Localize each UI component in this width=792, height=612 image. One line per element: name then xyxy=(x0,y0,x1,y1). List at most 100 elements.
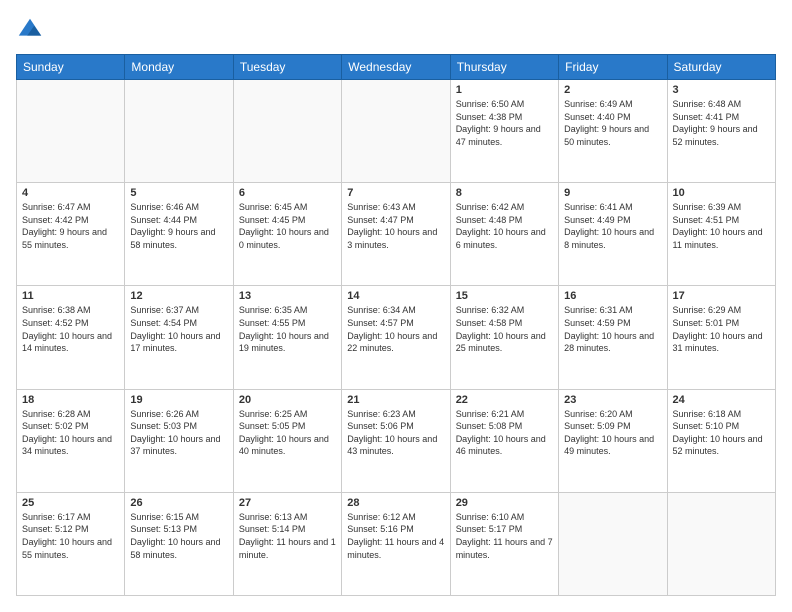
day-number: 2 xyxy=(564,84,661,96)
day-number: 8 xyxy=(456,187,553,199)
day-number: 21 xyxy=(347,394,444,406)
calendar-cell xyxy=(559,492,667,595)
calendar-cell: 29 Sunrise: 6:10 AMSunset: 5:17 PMDayligh… xyxy=(450,492,558,595)
day-number: 25 xyxy=(22,497,119,509)
calendar-cell: 5 Sunrise: 6:46 AMSunset: 4:44 PMDaylight… xyxy=(125,183,233,286)
calendar-cell: 23 Sunrise: 6:20 AMSunset: 5:09 PMDayligh… xyxy=(559,389,667,492)
calendar-cell: 21 Sunrise: 6:23 AMSunset: 5:06 PMDayligh… xyxy=(342,389,450,492)
calendar-cell: 22 Sunrise: 6:21 AMSunset: 5:08 PMDayligh… xyxy=(450,389,558,492)
day-number: 6 xyxy=(239,187,336,199)
day-info: Sunrise: 6:20 AMSunset: 5:09 PMDaylight:… xyxy=(564,408,661,458)
day-number: 29 xyxy=(456,497,553,509)
calendar-cell: 16 Sunrise: 6:31 AMSunset: 4:59 PMDayligh… xyxy=(559,286,667,389)
header xyxy=(16,16,776,44)
weekday-wednesday: Wednesday xyxy=(342,55,450,80)
day-info: Sunrise: 6:18 AMSunset: 5:10 PMDaylight:… xyxy=(673,408,770,458)
day-number: 14 xyxy=(347,290,444,302)
calendar-table: SundayMondayTuesdayWednesdayThursdayFrid… xyxy=(16,54,776,596)
day-info: Sunrise: 6:28 AMSunset: 5:02 PMDaylight:… xyxy=(22,408,119,458)
calendar-cell: 3 Sunrise: 6:48 AMSunset: 4:41 PMDaylight… xyxy=(667,80,775,183)
day-number: 12 xyxy=(130,290,227,302)
day-number: 18 xyxy=(22,394,119,406)
day-info: Sunrise: 6:37 AMSunset: 4:54 PMDaylight:… xyxy=(130,304,227,354)
day-info: Sunrise: 6:32 AMSunset: 4:58 PMDaylight:… xyxy=(456,304,553,354)
logo xyxy=(16,16,48,44)
calendar-cell: 2 Sunrise: 6:49 AMSunset: 4:40 PMDaylight… xyxy=(559,80,667,183)
calendar-cell: 20 Sunrise: 6:25 AMSunset: 5:05 PMDayligh… xyxy=(233,389,341,492)
week-row-3: 11Sunrise: 6:38 AMSunset: 4:52 PMDayligh… xyxy=(17,286,776,389)
day-info: Sunrise: 6:25 AMSunset: 5:05 PMDaylight:… xyxy=(239,408,336,458)
day-info: Sunrise: 6:45 AMSunset: 4:45 PMDaylight:… xyxy=(239,201,336,251)
day-number: 3 xyxy=(673,84,770,96)
calendar-cell: 12 Sunrise: 6:37 AMSunset: 4:54 PMDayligh… xyxy=(125,286,233,389)
calendar-cell: 4 Sunrise: 6:47 AMSunset: 4:42 PMDaylight… xyxy=(17,183,125,286)
day-info: Sunrise: 6:48 AMSunset: 4:41 PMDaylight:… xyxy=(673,98,770,148)
day-info: Sunrise: 6:34 AMSunset: 4:57 PMDaylight:… xyxy=(347,304,444,354)
day-info: Sunrise: 6:26 AMSunset: 5:03 PMDaylight:… xyxy=(130,408,227,458)
calendar-cell xyxy=(667,492,775,595)
week-row-1: 1 Sunrise: 6:50 AMSunset: 4:38 PMDaylight… xyxy=(17,80,776,183)
calendar-cell xyxy=(17,80,125,183)
day-info: Sunrise: 6:21 AMSunset: 5:08 PMDaylight:… xyxy=(456,408,553,458)
calendar-cell: 13Sunrise: 6:35 AMSunset: 4:55 PMDayligh… xyxy=(233,286,341,389)
day-info: Sunrise: 6:38 AMSunset: 4:52 PMDaylight:… xyxy=(22,304,119,354)
day-info: Sunrise: 6:49 AMSunset: 4:40 PMDaylight:… xyxy=(564,98,661,148)
calendar-cell: 25 Sunrise: 6:17 AMSunset: 5:12 PMDayligh… xyxy=(17,492,125,595)
day-info: Sunrise: 6:23 AMSunset: 5:06 PMDaylight:… xyxy=(347,408,444,458)
weekday-sunday: Sunday xyxy=(17,55,125,80)
calendar-cell: 6 Sunrise: 6:45 AMSunset: 4:45 PMDaylight… xyxy=(233,183,341,286)
day-number: 4 xyxy=(22,187,119,199)
day-info: Sunrise: 6:50 AMSunset: 4:38 PMDaylight:… xyxy=(456,98,553,148)
day-number: 9 xyxy=(564,187,661,199)
calendar-cell: 17Sunrise: 6:29 AMSunset: 5:01 PMDayligh… xyxy=(667,286,775,389)
week-row-2: 4 Sunrise: 6:47 AMSunset: 4:42 PMDaylight… xyxy=(17,183,776,286)
day-number: 20 xyxy=(239,394,336,406)
week-row-5: 25 Sunrise: 6:17 AMSunset: 5:12 PMDayligh… xyxy=(17,492,776,595)
day-number: 24 xyxy=(673,394,770,406)
day-info: Sunrise: 6:13 AMSunset: 5:14 PMDaylight:… xyxy=(239,511,336,561)
day-info: Sunrise: 6:15 AMSunset: 5:13 PMDaylight:… xyxy=(130,511,227,561)
day-info: Sunrise: 6:42 AMSunset: 4:48 PMDaylight:… xyxy=(456,201,553,251)
day-number: 5 xyxy=(130,187,227,199)
calendar-cell: 27 Sunrise: 6:13 AMSunset: 5:14 PMDayligh… xyxy=(233,492,341,595)
day-number: 15 xyxy=(456,290,553,302)
day-number: 19 xyxy=(130,394,227,406)
day-info: Sunrise: 6:41 AMSunset: 4:49 PMDaylight:… xyxy=(564,201,661,251)
day-number: 13 xyxy=(239,290,336,302)
calendar-cell: 10 Sunrise: 6:39 AMSunset: 4:51 PMDayligh… xyxy=(667,183,775,286)
day-info: Sunrise: 6:10 AMSunset: 5:17 PMDaylight:… xyxy=(456,511,553,561)
calendar-cell: 8 Sunrise: 6:42 AMSunset: 4:48 PMDaylight… xyxy=(450,183,558,286)
day-number: 7 xyxy=(347,187,444,199)
calendar-cell: 7 Sunrise: 6:43 AMSunset: 4:47 PMDaylight… xyxy=(342,183,450,286)
calendar-cell: 11Sunrise: 6:38 AMSunset: 4:52 PMDayligh… xyxy=(17,286,125,389)
calendar-page: SundayMondayTuesdayWednesdayThursdayFrid… xyxy=(0,0,792,612)
day-number: 27 xyxy=(239,497,336,509)
calendar-cell: 18 Sunrise: 6:28 AMSunset: 5:02 PMDayligh… xyxy=(17,389,125,492)
day-info: Sunrise: 6:43 AMSunset: 4:47 PMDaylight:… xyxy=(347,201,444,251)
calendar-cell: 9 Sunrise: 6:41 AMSunset: 4:49 PMDaylight… xyxy=(559,183,667,286)
day-number: 22 xyxy=(456,394,553,406)
calendar-cell xyxy=(125,80,233,183)
day-info: Sunrise: 6:12 AMSunset: 5:16 PMDaylight:… xyxy=(347,511,444,561)
weekday-monday: Monday xyxy=(125,55,233,80)
day-info: Sunrise: 6:39 AMSunset: 4:51 PMDaylight:… xyxy=(673,201,770,251)
weekday-thursday: Thursday xyxy=(450,55,558,80)
day-number: 10 xyxy=(673,187,770,199)
calendar-cell: 19 Sunrise: 6:26 AMSunset: 5:03 PMDayligh… xyxy=(125,389,233,492)
day-info: Sunrise: 6:46 AMSunset: 4:44 PMDaylight:… xyxy=(130,201,227,251)
day-info: Sunrise: 6:47 AMSunset: 4:42 PMDaylight:… xyxy=(22,201,119,251)
calendar-cell: 24 Sunrise: 6:18 AMSunset: 5:10 PMDayligh… xyxy=(667,389,775,492)
day-number: 23 xyxy=(564,394,661,406)
day-number: 16 xyxy=(564,290,661,302)
day-number: 28 xyxy=(347,497,444,509)
calendar-cell: 1 Sunrise: 6:50 AMSunset: 4:38 PMDaylight… xyxy=(450,80,558,183)
day-info: Sunrise: 6:17 AMSunset: 5:12 PMDaylight:… xyxy=(22,511,119,561)
day-info: Sunrise: 6:31 AMSunset: 4:59 PMDaylight:… xyxy=(564,304,661,354)
day-number: 26 xyxy=(130,497,227,509)
calendar-cell: 28 Sunrise: 6:12 AMSunset: 5:16 PMDayligh… xyxy=(342,492,450,595)
weekday-saturday: Saturday xyxy=(667,55,775,80)
week-row-4: 18 Sunrise: 6:28 AMSunset: 5:02 PMDayligh… xyxy=(17,389,776,492)
day-number: 1 xyxy=(456,84,553,96)
calendar-cell xyxy=(233,80,341,183)
weekday-tuesday: Tuesday xyxy=(233,55,341,80)
